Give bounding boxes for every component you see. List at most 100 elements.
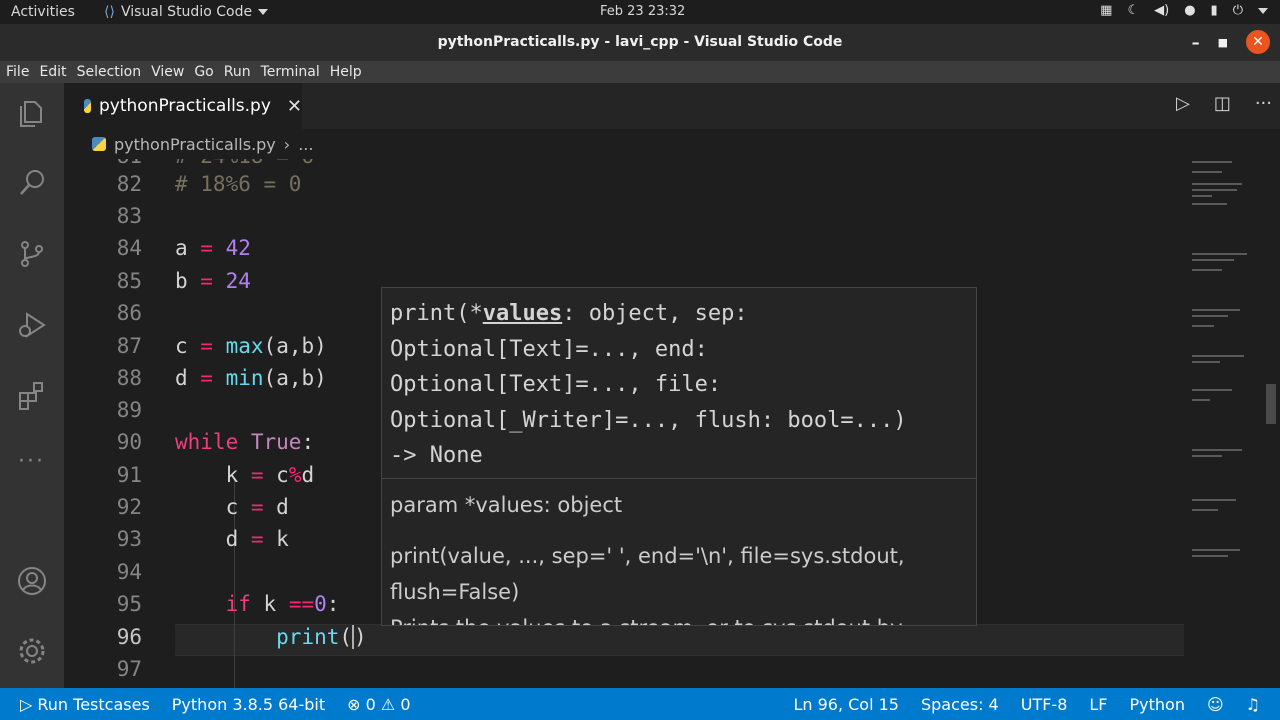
line-number: 95: [116, 592, 142, 616]
breadcrumb-file[interactable]: pythonPracticalls.py: [114, 135, 276, 154]
code-line[interactable]: 83: [64, 204, 1184, 236]
signature-line: Optional[_Writer]=..., flush: bool=...): [390, 407, 907, 433]
app-menu[interactable]: ⟨⟩ Visual Studio Code: [104, 4, 269, 20]
menu-run[interactable]: Run: [224, 64, 251, 80]
run-debug-icon[interactable]: [16, 309, 48, 341]
line-code: b = 24: [175, 269, 251, 293]
problems-indicator[interactable]: ⊗ 0 ⚠ 0: [347, 695, 410, 714]
encoding[interactable]: UTF-8: [1021, 695, 1068, 714]
line-code: d = k: [175, 527, 289, 551]
menu-selection[interactable]: Selection: [77, 64, 142, 80]
activities-button[interactable]: Activities: [11, 4, 75, 20]
minimap[interactable]: [1184, 159, 1280, 688]
play-icon: ▷: [20, 695, 38, 714]
line-number: 90: [116, 430, 142, 454]
vscode-window: Activities ⟨⟩ Visual Studio Code Feb 23 …: [0, 0, 1280, 720]
function-doc: print(value, ..., sep=' ', end='\n', fil…: [390, 538, 950, 625]
editor-actions: ▷ ◫ ···: [1176, 93, 1272, 114]
code-line[interactable]: 82 # 18%6 = 0: [64, 172, 1184, 204]
system-top-bar: Activities ⟨⟩ Visual Studio Code Feb 23 …: [0, 0, 1280, 24]
menu-help[interactable]: Help: [330, 64, 362, 80]
signature: print(*values: object, sep: Optional[Tex…: [390, 296, 970, 474]
line-code: if k ==0:: [225, 592, 340, 616]
line-number: 83: [116, 204, 142, 228]
error-count: 0: [365, 695, 376, 714]
maximize-icon[interactable]: ■: [1218, 36, 1228, 49]
line-number: 87: [116, 334, 142, 358]
code-line[interactable]: 97: [64, 657, 1184, 688]
doc-line: Prints the values to a stream, or to sys…: [390, 610, 950, 625]
signature-line: Optional[Text]=..., end:: [390, 336, 708, 362]
menu-edit[interactable]: Edit: [39, 64, 66, 80]
account-icon[interactable]: [16, 565, 48, 597]
status-right: Ln 96, Col 15 Spaces: 4 UTF-8 LF Python …: [793, 695, 1260, 714]
line-code: c = max(a,b): [175, 334, 327, 358]
run-testcases-button[interactable]: ▷ Run Testcases: [20, 695, 150, 714]
gear-icon[interactable]: [16, 635, 48, 667]
signature-line: Optional[Text]=..., file:: [390, 372, 722, 397]
vscode-app-icon: ⟨⟩: [104, 4, 115, 20]
chevron-down-icon: [258, 9, 269, 15]
window-title: pythonPracticalls.py - lavi_cpp - Visual…: [437, 34, 843, 50]
python-interpreter[interactable]: Python 3.8.5 64-bit: [172, 695, 325, 714]
menu-bar: File Edit Selection View Go Run Terminal…: [0, 61, 1280, 83]
keyboard-icon[interactable]: ▦: [1100, 3, 1112, 18]
more-icon[interactable]: ···: [18, 449, 45, 474]
code-line[interactable]: 84 a = 42: [64, 236, 1184, 268]
menu-terminal[interactable]: Terminal: [261, 64, 320, 80]
line-code: while True:: [175, 430, 315, 454]
app-menu-label: Visual Studio Code: [120, 4, 253, 20]
tab-pythonpracticalls[interactable]: pythonPracticalls.py ✕: [64, 83, 302, 129]
breadcrumb-more[interactable]: ...: [298, 135, 313, 154]
run-file-icon[interactable]: ▷: [1176, 93, 1190, 114]
status-bar: ▷ Run Testcases Python 3.8.5 64-bit ⊗ 0 …: [0, 688, 1280, 720]
split-editor-icon[interactable]: ◫: [1214, 93, 1231, 114]
notifications-icon[interactable]: ♫: [1246, 695, 1260, 714]
tab-label: pythonPracticalls.py: [99, 96, 271, 116]
close-window-button[interactable]: ✕: [1246, 30, 1270, 54]
warning-count: 0: [400, 695, 411, 714]
explorer-icon[interactable]: [16, 97, 48, 129]
system-tray[interactable]: ▦ ☾ ◀) ● ▮ ⏻: [1100, 3, 1268, 18]
window-controls: – ■ ✕: [1192, 30, 1270, 54]
language-mode[interactable]: Python: [1130, 695, 1185, 714]
search-icon[interactable]: [16, 167, 48, 199]
source-control-icon[interactable]: [16, 238, 48, 270]
menu-go[interactable]: Go: [194, 64, 213, 80]
line-number: 92: [116, 495, 142, 519]
error-icon: ⊗: [347, 695, 366, 714]
divider: [382, 478, 976, 479]
close-icon[interactable]: ✕: [287, 96, 302, 117]
indentation[interactable]: Spaces: 4: [921, 695, 999, 714]
breadcrumb-separator: ›: [283, 134, 291, 154]
cursor-position[interactable]: Ln 96, Col 15: [793, 695, 899, 714]
menu-view[interactable]: View: [151, 64, 184, 80]
volume-icon[interactable]: ◀): [1154, 3, 1169, 18]
doc-line: print(value, ..., sep=' ', end='\n', fil…: [390, 544, 905, 568]
signature-help-popup[interactable]: print(*values: object, sep: Optional[Tex…: [381, 287, 977, 626]
power-icon[interactable]: ⏻: [1233, 3, 1243, 18]
minimap-slider[interactable]: [1266, 384, 1276, 424]
end-of-line[interactable]: LF: [1089, 695, 1107, 714]
window-title-bar[interactable]: pythonPracticalls.py - lavi_cpp - Visual…: [0, 24, 1280, 61]
python-file-icon: [84, 99, 92, 113]
code-line[interactable]: 96 print(): [64, 625, 1184, 657]
battery-icon[interactable]: ▮: [1211, 3, 1218, 18]
minimize-icon[interactable]: –: [1192, 33, 1200, 52]
chevron-down-icon[interactable]: [1258, 8, 1268, 14]
line-number: 97: [116, 657, 142, 681]
more-actions-icon[interactable]: ···: [1255, 93, 1272, 114]
line-code: k = c%d: [175, 463, 315, 487]
line-number: 96: [116, 625, 142, 649]
microphone-icon[interactable]: ●: [1184, 3, 1195, 18]
night-light-icon[interactable]: ☾: [1127, 3, 1139, 18]
signature-line: -> None: [390, 443, 483, 468]
line-code: # 24%18 = 6: [175, 159, 314, 168]
clock[interactable]: Feb 23 23:32: [600, 4, 685, 19]
menu-file[interactable]: File: [6, 64, 29, 80]
feedback-icon[interactable]: ☺: [1207, 695, 1224, 714]
extensions-icon[interactable]: [16, 379, 48, 411]
line-number: 88: [116, 366, 142, 390]
line-number: 84: [116, 236, 142, 260]
warning-icon: ⚠: [380, 695, 401, 714]
